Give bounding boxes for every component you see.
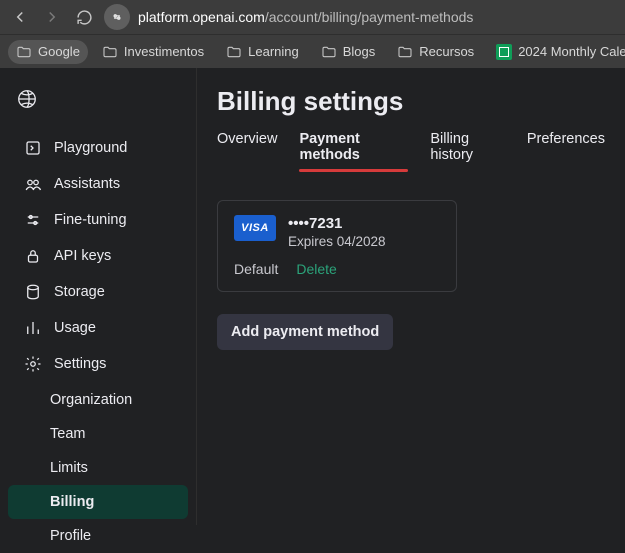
tab-overview[interactable]: Overview — [217, 131, 277, 171]
sidebar-sub-label: Organization — [50, 392, 132, 408]
tab-label: Overview — [217, 131, 277, 147]
usage-icon — [24, 319, 42, 337]
tab-label: Payment methods — [299, 131, 359, 163]
site-settings-icon[interactable] — [104, 4, 130, 30]
tab-billing-history[interactable]: Billing history — [430, 131, 504, 171]
sidebar-item-apikeys[interactable]: API keys — [8, 239, 188, 273]
sidebar-item-assistants[interactable]: Assistants — [8, 167, 188, 201]
storage-icon — [24, 283, 42, 301]
back-button[interactable] — [8, 5, 32, 29]
bookmark-label: Recursos — [419, 44, 474, 59]
finetune-icon — [24, 211, 42, 229]
gear-icon — [24, 355, 42, 373]
sidebar-sub-profile[interactable]: Profile — [8, 519, 188, 553]
sidebar-item-label: Settings — [54, 356, 106, 372]
sidebar-sub-label: Billing — [50, 494, 94, 510]
bookmark-label: Investimentos — [124, 44, 204, 59]
sidebar-item-label: Assistants — [54, 176, 120, 192]
assistants-icon — [24, 175, 42, 193]
forward-button[interactable] — [40, 5, 64, 29]
sidebar: Playground Assistants Fine-tuning API ke… — [0, 68, 197, 525]
reload-button[interactable] — [72, 5, 96, 29]
sidebar-sub-limits[interactable]: Limits — [8, 451, 188, 485]
url-host: platform.openai.com — [138, 9, 265, 25]
sidebar-item-label: Playground — [54, 140, 127, 156]
lock-icon — [24, 247, 42, 265]
sidebar-item-finetuning[interactable]: Fine-tuning — [8, 203, 188, 237]
bookmark-recursos[interactable]: Recursos — [389, 40, 482, 64]
bookmark-label: Google — [38, 44, 80, 59]
sidebar-sub-label: Limits — [50, 460, 88, 476]
bookmark-label: Blogs — [343, 44, 376, 59]
billing-tabs: Overview Payment methods Billing history… — [217, 131, 605, 172]
app-frame: Playground Assistants Fine-tuning API ke… — [0, 68, 625, 525]
sidebar-sub-organization[interactable]: Organization — [8, 383, 188, 417]
sidebar-item-settings[interactable]: Settings — [8, 347, 188, 381]
bookmark-learning[interactable]: Learning — [218, 40, 307, 64]
tab-preferences[interactable]: Preferences — [527, 131, 605, 171]
sidebar-sub-label: Team — [50, 426, 85, 442]
url-path: /account/billing/payment-methods — [265, 9, 474, 25]
payment-method-card: VISA ••••7231 Expires 04/2028 Default De… — [217, 200, 457, 292]
address-bar[interactable]: platform.openai.com/account/billing/paym… — [138, 9, 473, 25]
bookmark-label: Learning — [248, 44, 299, 59]
card-number-masked: ••••7231 — [288, 215, 386, 232]
sidebar-item-label: API keys — [54, 248, 111, 264]
bookmarks-bar: Google Investimentos Learning Blogs Recu… — [0, 34, 625, 68]
bookmark-google[interactable]: Google — [8, 40, 88, 64]
main-content: Billing settings Overview Payment method… — [197, 68, 625, 525]
sidebar-item-label: Storage — [54, 284, 105, 300]
tab-label: Preferences — [527, 131, 605, 147]
card-expiry: Expires 04/2028 — [288, 234, 386, 249]
browser-toolbar: platform.openai.com/account/billing/paym… — [0, 0, 625, 34]
page-title: Billing settings — [217, 86, 605, 117]
bookmark-label: 2024 Monthly Calen... — [518, 44, 625, 59]
sidebar-sub-team[interactable]: Team — [8, 417, 188, 451]
tab-payment-methods[interactable]: Payment methods — [299, 131, 408, 171]
sidebar-item-label: Fine-tuning — [54, 212, 127, 228]
playground-icon — [24, 139, 42, 157]
sidebar-item-label: Usage — [54, 320, 96, 336]
bookmark-calendar[interactable]: 2024 Monthly Calen... — [488, 40, 625, 64]
card-delete-link[interactable]: Delete — [296, 261, 336, 277]
sidebar-item-playground[interactable]: Playground — [8, 131, 188, 165]
card-default-label: Default — [234, 261, 278, 277]
sidebar-sub-billing[interactable]: Billing — [8, 485, 188, 519]
card-brand-badge: VISA — [234, 215, 276, 241]
sidebar-item-storage[interactable]: Storage — [8, 275, 188, 309]
bookmark-blogs[interactable]: Blogs — [313, 40, 384, 64]
sheets-icon — [496, 44, 512, 60]
tab-label: Billing history — [430, 131, 473, 163]
openai-logo[interactable] — [0, 82, 196, 131]
sidebar-item-usage[interactable]: Usage — [8, 311, 188, 345]
sidebar-sub-label: Profile — [50, 528, 91, 544]
bookmark-investimentos[interactable]: Investimentos — [94, 40, 212, 64]
add-payment-method-button[interactable]: Add payment method — [217, 314, 393, 350]
